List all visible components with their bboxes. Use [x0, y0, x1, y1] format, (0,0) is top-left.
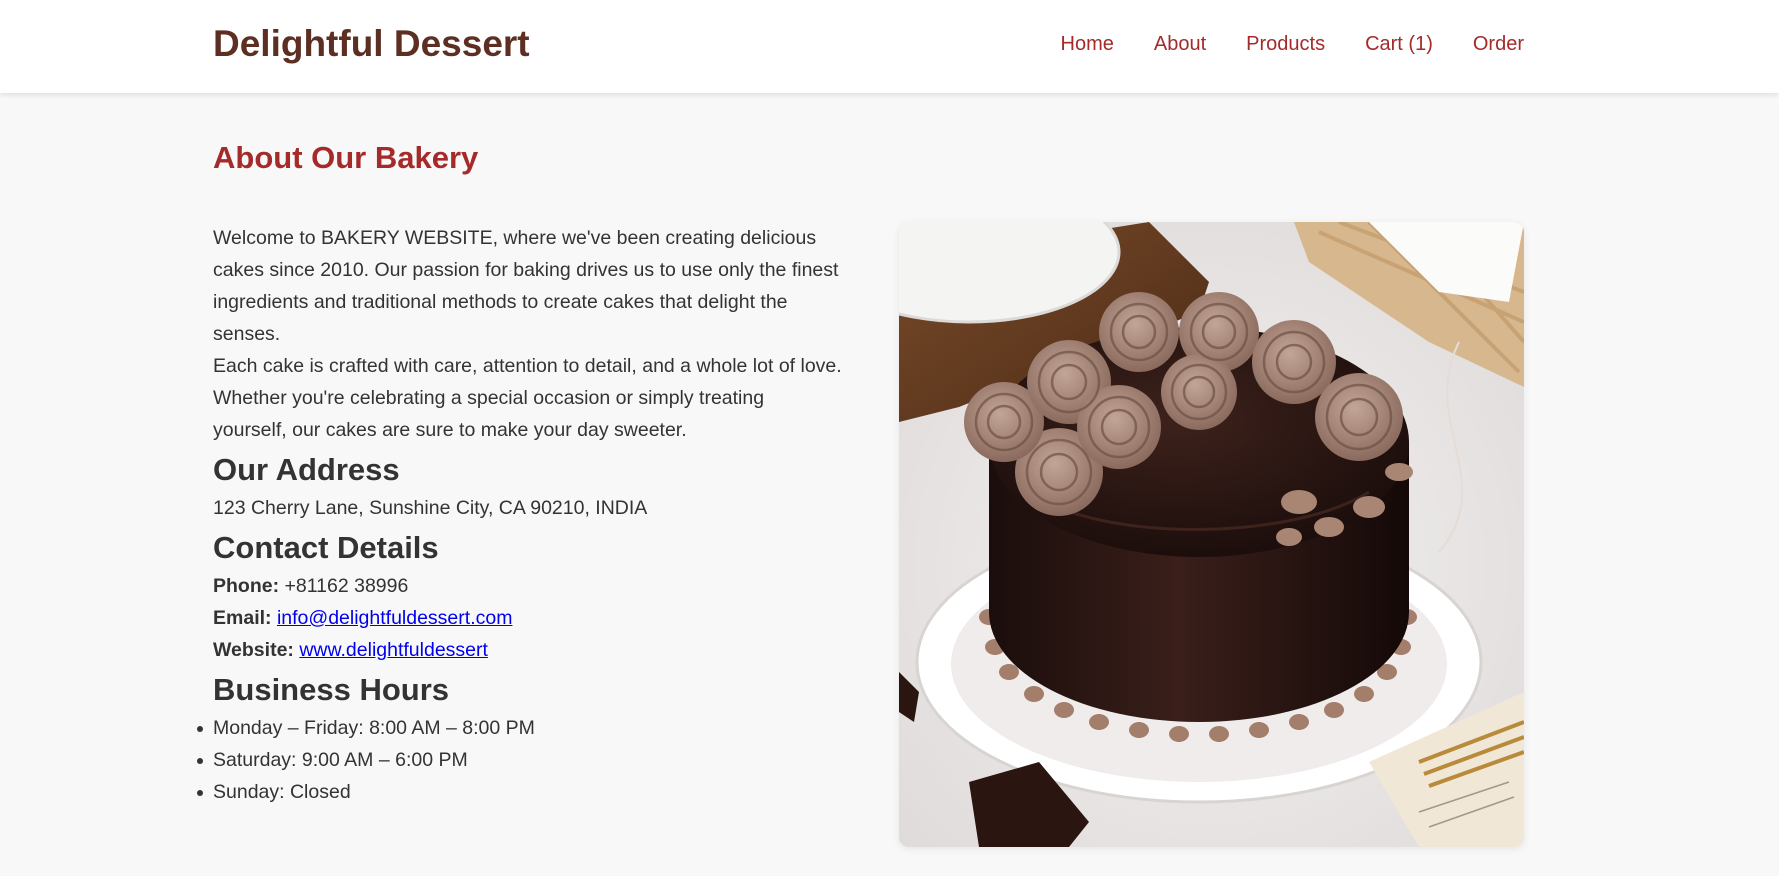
hours-heading: Business Hours [213, 672, 450, 707]
website-row: Website: www.delightfuldessert [213, 634, 843, 666]
contact-heading: Contact Details [213, 530, 439, 565]
intro-text: Welcome to BAKERY WEBSITE, where we've b… [213, 222, 843, 446]
nav-home[interactable]: Home [1061, 33, 1114, 56]
email-row: Email: info@delightfuldessert.com [213, 602, 843, 634]
address-text: 123 Cherry Lane, Sunshine City, CA 90210… [213, 497, 648, 519]
website-label: Website: [213, 639, 294, 661]
email-link[interactable]: info@delightfuldessert.com [277, 607, 513, 629]
page-title: About Our Bakery [213, 140, 479, 175]
intro-paragraph: Welcome to BAKERY WEBSITE, where we've b… [213, 227, 839, 345]
nav-products[interactable]: Products [1246, 33, 1325, 56]
about-info: Welcome to BAKERY WEBSITE, where we've b… [197, 222, 843, 808]
main-nav: Home About Products Cart (1) Order [1061, 33, 1524, 56]
hours-item: Sunday: Closed [197, 776, 843, 808]
nav-order[interactable]: Order [1473, 33, 1524, 56]
nav-about[interactable]: About [1154, 33, 1206, 56]
phone-value: +81162 38996 [284, 575, 409, 597]
website-link[interactable]: www.delightfuldessert [299, 639, 488, 661]
site-header: Delightful Dessert Home About Products C… [0, 0, 1779, 93]
email-label: Email: [213, 607, 272, 629]
phone-row: Phone: +81162 38996 [213, 570, 843, 602]
hours-item: Saturday: 9:00 AM – 6:00 PM [197, 744, 843, 776]
hours-list: Monday – Friday: 8:00 AM – 8:00 PM Satur… [197, 712, 843, 808]
intro-paragraph: Each cake is crafted with care, attentio… [213, 355, 842, 441]
nav-cart[interactable]: Cart (1) [1365, 33, 1433, 56]
phone-label: Phone: [213, 575, 280, 597]
site-logo[interactable]: Delightful Dessert [213, 23, 530, 65]
cake-image [899, 222, 1524, 847]
address-heading: Our Address [213, 452, 400, 487]
hours-item: Monday – Friday: 8:00 AM – 8:00 PM [197, 712, 843, 744]
